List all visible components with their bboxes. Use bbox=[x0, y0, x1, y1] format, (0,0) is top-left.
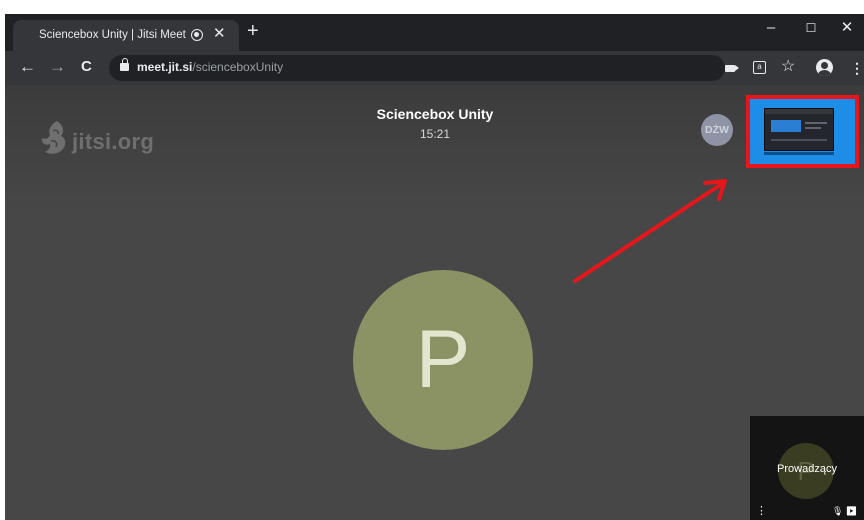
cropped-top-strip bbox=[0, 0, 864, 14]
meeting-timer: 15:21 bbox=[419, 127, 451, 141]
tab-close-icon[interactable]: ✕ bbox=[213, 25, 226, 43]
shared-screen-preview bbox=[764, 108, 834, 151]
preview-line bbox=[805, 127, 821, 129]
camera-in-use-icon[interactable] bbox=[725, 65, 739, 72]
browser-window: Sciencebox Unity | Jitsi Meet ✕ + – ☐ ✕ … bbox=[5, 14, 864, 520]
back-button[interactable]: ← bbox=[19, 57, 36, 77]
jitsi-logo[interactable]: jitsi.org bbox=[39, 119, 179, 159]
meeting-stage: jitsi.org Sciencebox Unity 15:21 DŻW P P… bbox=[5, 85, 864, 520]
screenshot: Sciencebox Unity | Jitsi Meet ✕ + – ☐ ✕ … bbox=[0, 0, 864, 520]
new-tab-button[interactable]: + bbox=[247, 21, 259, 41]
minimize-button[interactable]: – bbox=[751, 18, 791, 40]
translate-icon[interactable]: a bbox=[753, 61, 766, 74]
preview-taskbar bbox=[764, 152, 834, 155]
preview-line bbox=[771, 139, 827, 141]
url-text[interactable]: meet.jit.si/scienceboxUnity bbox=[137, 60, 283, 74]
lock-icon[interactable] bbox=[120, 58, 129, 71]
forward-button[interactable]: → bbox=[49, 57, 66, 77]
logo-text: jitsi.org bbox=[72, 129, 155, 154]
self-view-menu-icon[interactable]: ⋮ bbox=[756, 504, 767, 518]
mic-camera-muted-icons: 🎙 ▶ bbox=[832, 506, 858, 516]
address-bar[interactable]: meet.jit.si/scienceboxUnity bbox=[109, 55, 725, 81]
preview-line bbox=[805, 122, 827, 124]
jitsi-logo-icon bbox=[41, 121, 66, 154]
account-icon[interactable] bbox=[816, 59, 833, 76]
url-host: meet.jit.si bbox=[137, 60, 193, 74]
screen-share-thumbnail[interactable] bbox=[746, 95, 859, 168]
tab-bar: Sciencebox Unity | Jitsi Meet ✕ + – ☐ ✕ bbox=[5, 14, 864, 51]
self-display-name[interactable]: Prowadzący bbox=[750, 463, 864, 475]
close-window-button[interactable]: ✕ bbox=[827, 18, 864, 40]
meeting-title: Sciencebox Unity bbox=[376, 106, 494, 122]
browser-toolbar: ← → C meet.jit.si/scienceboxUnity a ☆ ⋮ bbox=[5, 51, 864, 85]
url-path: /scienceboxUnity bbox=[192, 60, 284, 74]
annotation-arrow bbox=[573, 179, 727, 283]
maximize-button[interactable]: ☐ bbox=[791, 18, 831, 40]
bookmark-star-icon[interactable]: ☆ bbox=[781, 57, 795, 77]
dominant-speaker-initial: P bbox=[415, 314, 471, 405]
preview-titlebar bbox=[765, 109, 833, 114]
reload-button[interactable]: C bbox=[81, 57, 92, 77]
browser-menu-icon[interactable]: ⋮ bbox=[850, 58, 864, 78]
tab-title: Sciencebox Unity | Jitsi Meet bbox=[39, 29, 186, 41]
self-view-tile[interactable]: P Prowadzący ⋮ 🎙 ▶ bbox=[750, 416, 864, 520]
recording-icon bbox=[191, 29, 203, 41]
preview-window bbox=[771, 120, 801, 132]
tab-sciencebox-unity[interactable]: Sciencebox Unity | Jitsi Meet ✕ bbox=[13, 20, 239, 51]
remote-participant-avatar[interactable]: DŻW bbox=[701, 114, 733, 146]
dominant-speaker-avatar: P bbox=[353, 270, 533, 450]
